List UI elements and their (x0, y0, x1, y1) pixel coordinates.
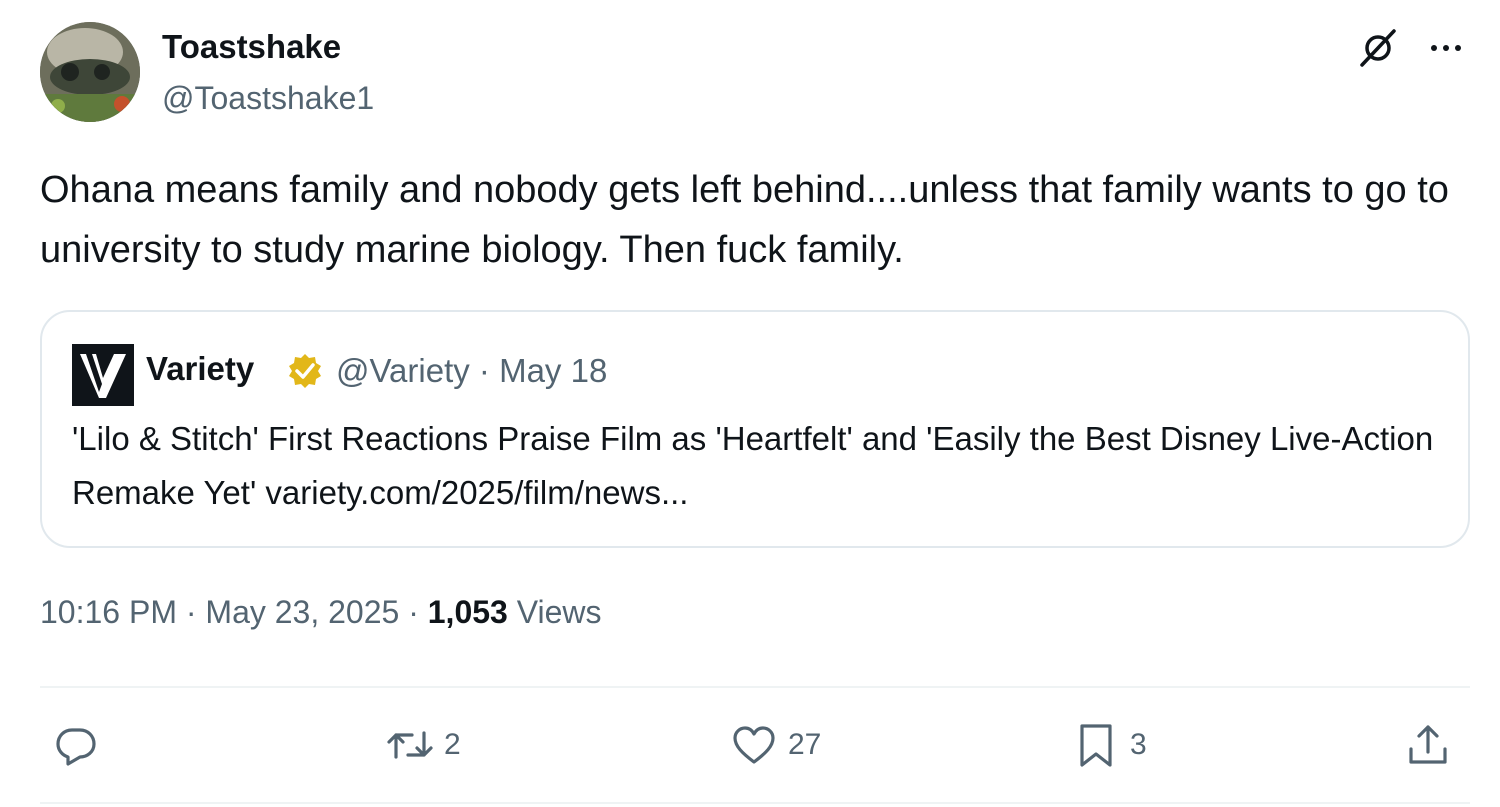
retweet-count: 2 (444, 728, 461, 761)
retweet-button[interactable]: 2 (386, 720, 461, 770)
like-count: 27 (788, 728, 822, 761)
tweet-text: Ohana means family and nobody gets left … (40, 169, 1449, 271)
quote-avatar[interactable] (72, 344, 134, 406)
bookmark-count: 3 (1130, 728, 1147, 761)
tweet-card: Toastshake @Toastshake1 Ohana means fami… (0, 0, 1500, 807)
quote-author-name[interactable]: Variety (146, 350, 254, 388)
author-avatar[interactable] (40, 22, 140, 122)
more-icon[interactable] (1424, 28, 1468, 68)
share-icon (1409, 725, 1447, 764)
like-icon (733, 726, 775, 764)
divider (40, 802, 1470, 804)
retweet-icon (387, 731, 433, 759)
reply-button[interactable] (52, 720, 110, 770)
author-handle[interactable]: @Toastshake1 (162, 80, 374, 117)
quote-handle-date: @Variety · May 18 (336, 352, 608, 389)
reply-icon (56, 728, 96, 766)
bookmark-icon (1080, 724, 1112, 767)
grok-icon[interactable] (1356, 26, 1400, 70)
quoted-tweet[interactable]: Variety @Variety · May 18 'Lilo & Stitch… (40, 310, 1470, 548)
divider (40, 686, 1470, 688)
verified-badge-icon (286, 352, 324, 390)
views-count: 1,053 (427, 594, 508, 630)
views-label: Views (507, 594, 602, 630)
share-button[interactable] (1404, 720, 1452, 770)
like-button[interactable]: 27 (730, 720, 821, 770)
tweet-meta: 10:16 PM · May 23, 2025 · 1,053 Views (40, 594, 602, 631)
tweet-timestamp[interactable]: 10:16 PM · May 23, 2025 · (40, 594, 428, 630)
author-display-name[interactable]: Toastshake (162, 28, 341, 66)
quote-text: 'Lilo & Stitch' First Reactions Praise F… (72, 420, 1434, 511)
bookmark-button[interactable]: 3 (1072, 720, 1147, 770)
